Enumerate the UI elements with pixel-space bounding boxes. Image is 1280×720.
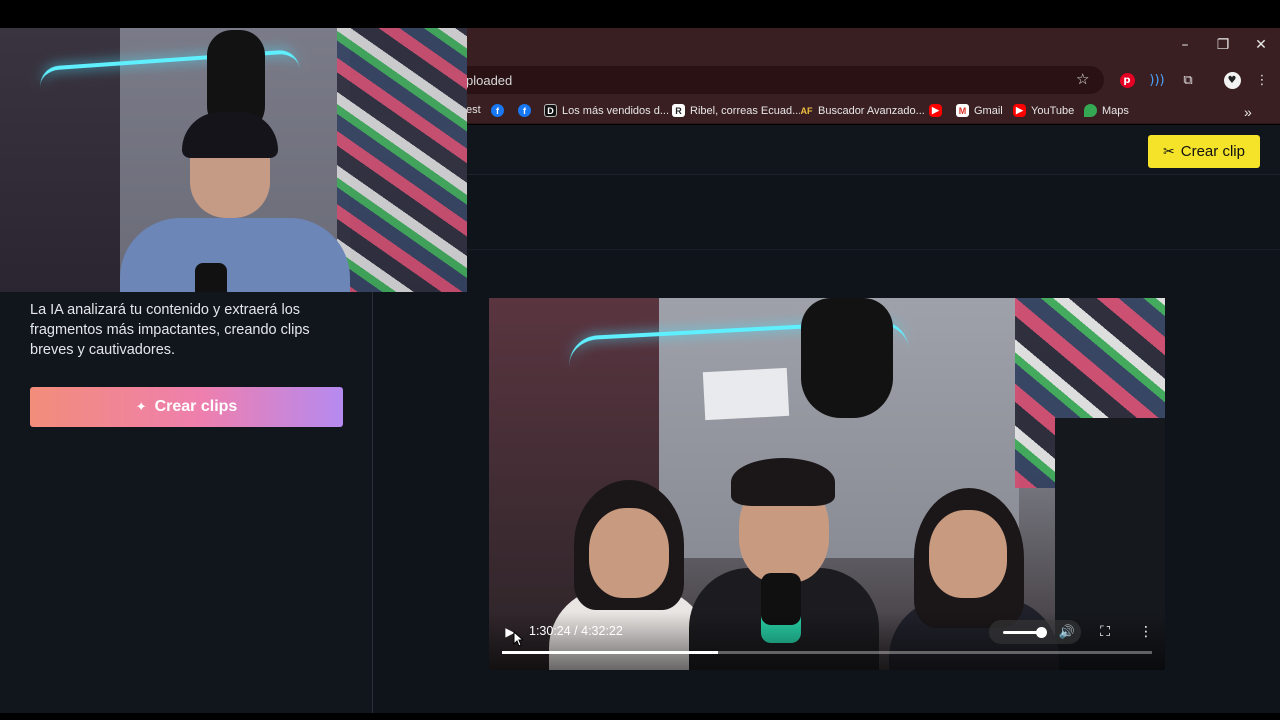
crear-clips-button[interactable]: ✦ Crear clips	[30, 387, 343, 427]
pinterest-extension-icon[interactable]: p	[1116, 69, 1138, 91]
bookmark-ribel[interactable]: R Ribel, correas Ecuad...	[672, 104, 801, 117]
progress-fill	[502, 651, 719, 654]
facebook-icon: f	[491, 104, 504, 117]
address-bar[interactable]	[420, 66, 1104, 94]
screen: – ❐ ✕ ploaded ☆ p ))) ⧉ ♥ ⋮ est f f D Los…	[0, 0, 1280, 720]
bookmark-facebook[interactable]: f	[518, 104, 531, 117]
crear-clip-label: Crear clip	[1180, 143, 1245, 160]
restore-icon[interactable]: ❐	[1204, 28, 1242, 62]
youtube-icon: ▶	[929, 104, 942, 117]
mouse-cursor-icon	[513, 631, 523, 647]
window-controls: – ❐ ✕	[1166, 28, 1280, 62]
maps-icon	[1084, 104, 1097, 117]
bookmark-label: YouTube	[1031, 104, 1075, 117]
more-options-icon[interactable]: ⋮	[1137, 622, 1155, 642]
r-logo-icon: R	[672, 104, 685, 117]
crear-clips-label: Crear clips	[154, 398, 238, 415]
bookmark-label: Los más vendidos d...	[562, 104, 670, 117]
bookmark-item[interactable]: est	[466, 104, 481, 116]
bookmark-facebook[interactable]: f	[491, 104, 504, 117]
bookmark-star-icon[interactable]: ☆	[1076, 70, 1089, 88]
scissors-icon: ✂	[1163, 143, 1175, 160]
bookmark-buscador[interactable]: AF Buscador Avanzado...	[800, 104, 925, 117]
video-scene-sign	[702, 367, 790, 421]
bookmark-label: Maps	[1102, 104, 1129, 117]
bookmark-label: Buscador Avanzado...	[818, 104, 925, 117]
audio-extension-icon[interactable]: )))	[1146, 69, 1168, 91]
profile-avatar-icon[interactable]: ♥	[1221, 69, 1243, 91]
bookmark-gmail[interactable]: M Gmail	[956, 104, 1003, 117]
bookmarks-overflow-icon[interactable]: »	[1244, 104, 1252, 120]
crear-clip-button[interactable]: ✂ Crear clip	[1148, 135, 1260, 168]
browser-menu-icon[interactable]: ⋮	[1251, 69, 1273, 91]
d-logo-icon: D	[544, 104, 557, 117]
volume-icon[interactable]: 🔊	[1058, 622, 1076, 642]
bookmark-label: Ribel, correas Ecuad...	[690, 104, 802, 117]
webcam-person	[120, 112, 350, 292]
minimize-icon[interactable]: –	[1166, 28, 1204, 62]
webcam-graffiti	[337, 28, 467, 292]
youtube-icon: ▶	[1013, 104, 1026, 117]
fullscreen-icon[interactable]: ⛶	[1096, 622, 1114, 642]
gmail-icon: M	[956, 104, 969, 117]
webcam-mic	[195, 263, 227, 292]
close-icon[interactable]: ✕	[1242, 28, 1280, 62]
bookmark-maps[interactable]: Maps	[1084, 104, 1129, 117]
webcam-overlay	[0, 28, 467, 292]
bookmark-youtube[interactable]: ▶ YouTube	[1013, 104, 1074, 117]
extensions-puzzle-icon[interactable]: ⧉	[1177, 69, 1199, 91]
volume-slider-thumb[interactable]	[1036, 627, 1047, 638]
bookmark-label: Gmail	[974, 104, 1003, 117]
bookmark-youtube[interactable]: ▶	[929, 104, 942, 117]
sparkle-icon: ✦	[135, 399, 147, 415]
af-logo-icon: AF	[800, 104, 813, 117]
facebook-icon: f	[518, 104, 531, 117]
ai-description: La IA analizará tu contenido y extraerá …	[30, 302, 310, 358]
video-scene-guitar	[801, 298, 893, 418]
progress-bar[interactable]	[502, 651, 1152, 654]
address-bar-text[interactable]: ploaded	[466, 73, 512, 88]
bookmark-los-mas-vendidos[interactable]: D Los más vendidos d...	[544, 104, 669, 117]
bookmark-label: est	[466, 104, 481, 116]
time-display: 1:30:24 / 4:32:22	[529, 624, 623, 638]
